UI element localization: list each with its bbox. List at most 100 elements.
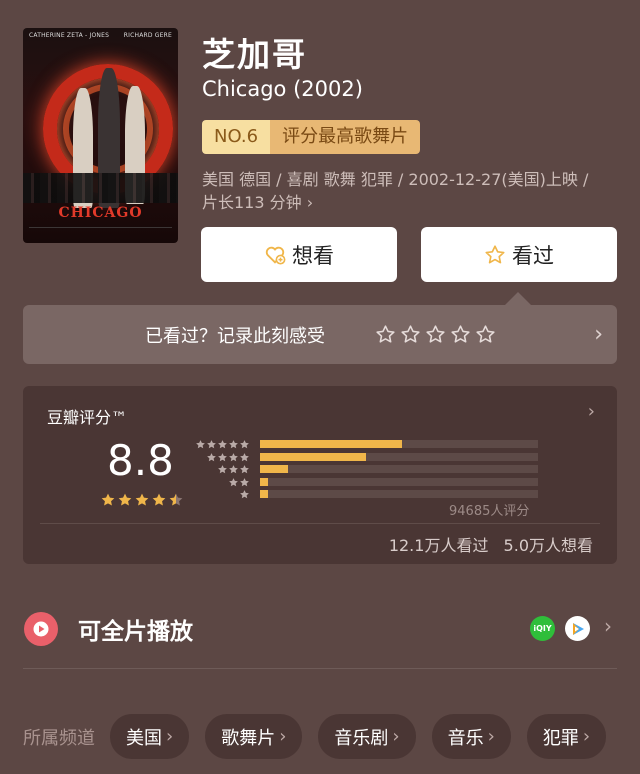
rate-star-3[interactable] bbox=[425, 324, 446, 345]
level-star-icon bbox=[229, 465, 238, 474]
chevron-right-icon: › bbox=[587, 401, 595, 422]
level-stars bbox=[206, 452, 250, 463]
level-star-icon bbox=[240, 477, 249, 486]
watched-button[interactable]: 看过 bbox=[421, 227, 617, 282]
channel-chip-label: 美国 bbox=[126, 727, 162, 749]
rate-star-1[interactable] bbox=[375, 324, 396, 345]
distribution-track bbox=[260, 490, 538, 498]
seen-label: 看过 bbox=[512, 243, 554, 268]
distribution-track bbox=[260, 452, 538, 461]
rating-title: 豆瓣评分™ bbox=[47, 408, 128, 427]
movie-original-title: Chicago (2002) bbox=[202, 77, 363, 101]
level-stars bbox=[239, 489, 250, 500]
score-star bbox=[118, 493, 132, 506]
star-outline-icon bbox=[485, 244, 505, 263]
popover-pointer bbox=[505, 292, 531, 305]
score-star bbox=[135, 493, 149, 506]
level-star-icon bbox=[240, 440, 249, 449]
channel-chip[interactable]: 美国 › bbox=[110, 714, 190, 759]
rating-distribution bbox=[195, 438, 568, 501]
want-to-watch-button[interactable]: 想看 bbox=[201, 227, 397, 282]
channel-chip[interactable]: 音乐 › bbox=[431, 714, 511, 759]
chevron-right-icon: › bbox=[279, 726, 287, 747]
distribution-bar-4 bbox=[260, 452, 366, 461]
rank-label: 评分最高歌舞片 bbox=[270, 120, 421, 154]
score-stars bbox=[100, 492, 184, 508]
record-prompt: 已看过？记录此刻感受 bbox=[145, 325, 325, 347]
level-star-icon bbox=[240, 490, 249, 499]
level-star-icon bbox=[240, 465, 249, 474]
distribution-bar-3 bbox=[260, 465, 288, 473]
distribution-row-5-star bbox=[195, 438, 568, 451]
play-label: 可全片播放 bbox=[78, 619, 193, 645]
rate-star-4[interactable] bbox=[450, 324, 471, 345]
level-star-icon bbox=[207, 452, 216, 461]
distribution-track bbox=[260, 465, 538, 473]
channel-chip-label: 音乐剧 bbox=[334, 727, 389, 749]
meta-line-2: 片长113 分钟 bbox=[202, 193, 302, 212]
level-stars bbox=[228, 477, 250, 488]
score-star bbox=[169, 493, 183, 506]
channel-chip-label: 音乐 bbox=[447, 727, 484, 749]
distribution-row-1-star bbox=[198, 488, 568, 501]
iqiyi-logo-icon: iQIY bbox=[530, 616, 555, 641]
meta-line-1: 美国 德国 / 喜剧 歌舞 犯罪 / 2002-12-27(美国)上映 / bbox=[202, 170, 589, 189]
channel-chip[interactable]: 犯罪 › bbox=[526, 714, 607, 759]
movie-meta[interactable]: 美国 德国 / 喜剧 歌舞 犯罪 / 2002-12-27(美国)上映 / 片长… bbox=[202, 168, 622, 214]
distribution-row-2-star bbox=[198, 476, 568, 489]
poster-actor-right: RICHARD GERE bbox=[123, 32, 172, 39]
channel-chip[interactable]: 歌舞片 › bbox=[205, 714, 303, 759]
score-star bbox=[152, 493, 166, 506]
movie-title: 芝加哥 bbox=[202, 35, 307, 74]
play-icon bbox=[24, 612, 58, 646]
level-star-icon bbox=[196, 440, 205, 449]
chevron-right-icon: › bbox=[392, 726, 400, 747]
chevron-right-icon: › bbox=[166, 726, 174, 747]
rate-stars[interactable] bbox=[375, 324, 496, 345]
wish-count: 5.0万人想看 bbox=[503, 536, 593, 555]
rank-number: NO.6 bbox=[202, 120, 271, 154]
level-stars bbox=[217, 464, 250, 475]
level-star-icon bbox=[229, 477, 238, 486]
play-full-row[interactable]: 可全片播放 iQIY › bbox=[0, 600, 640, 656]
level-star-icon bbox=[240, 452, 249, 461]
distribution-bar-1 bbox=[260, 490, 269, 498]
watched-count: 12.1万人看过 bbox=[388, 536, 489, 555]
poster-logo: CHICAGO bbox=[58, 205, 143, 221]
distribution-bar-5 bbox=[260, 440, 402, 448]
distribution-track bbox=[260, 477, 538, 486]
ranking-badge[interactable]: NO.6 评分最高歌舞片 bbox=[202, 120, 421, 154]
chevron-right-icon: › bbox=[487, 726, 495, 747]
level-stars bbox=[195, 439, 250, 450]
douban-rating-card[interactable]: 豆瓣评分™ › 8.8 94685人评分 12.1万人看过 5.0万人想看 bbox=[23, 386, 617, 564]
level-star-icon bbox=[218, 440, 227, 449]
record-feeling-bar[interactable]: 已看过？记录此刻感受 › bbox=[23, 305, 617, 364]
channel-chip[interactable]: 音乐剧 › bbox=[318, 714, 416, 759]
channels-row: 所属频道 美国 › 歌舞片 › 音乐剧 › 音乐 › 犯罪 › bbox=[23, 714, 640, 759]
poster-actor-left: CATHERINE ZETA - JONES bbox=[29, 32, 110, 39]
tencent-video-logo-icon bbox=[565, 616, 590, 641]
channel-chip-label: 犯罪 bbox=[542, 727, 579, 749]
level-star-icon bbox=[229, 452, 238, 461]
channels-label: 所属频道 bbox=[23, 727, 95, 749]
want-label: 想看 bbox=[292, 243, 334, 268]
rate-star-2[interactable] bbox=[400, 324, 421, 345]
chevron-right-icon: › bbox=[604, 614, 612, 638]
movie-poster[interactable]: CATHERINE ZETA - JONES RICHARD GERE CHIC… bbox=[23, 28, 178, 243]
level-star-icon bbox=[229, 440, 238, 449]
chevron-right-icon: › bbox=[306, 193, 314, 212]
level-star-icon bbox=[218, 452, 227, 461]
score-star bbox=[101, 493, 115, 506]
heart-plus-icon bbox=[265, 246, 286, 265]
level-star-icon bbox=[207, 440, 216, 449]
rating-score: 8.8 bbox=[107, 436, 174, 485]
distribution-track bbox=[260, 440, 538, 448]
chevron-right-icon: › bbox=[594, 322, 603, 347]
channel-chip-label: 歌舞片 bbox=[221, 727, 276, 749]
distribution-bar-2 bbox=[260, 477, 269, 486]
rate-star-5[interactable] bbox=[475, 324, 496, 345]
rating-count: 94685人评分 bbox=[449, 504, 530, 519]
distribution-row-3-star bbox=[198, 463, 568, 476]
distribution-row-4-star bbox=[198, 451, 568, 464]
level-star-icon bbox=[218, 465, 227, 474]
